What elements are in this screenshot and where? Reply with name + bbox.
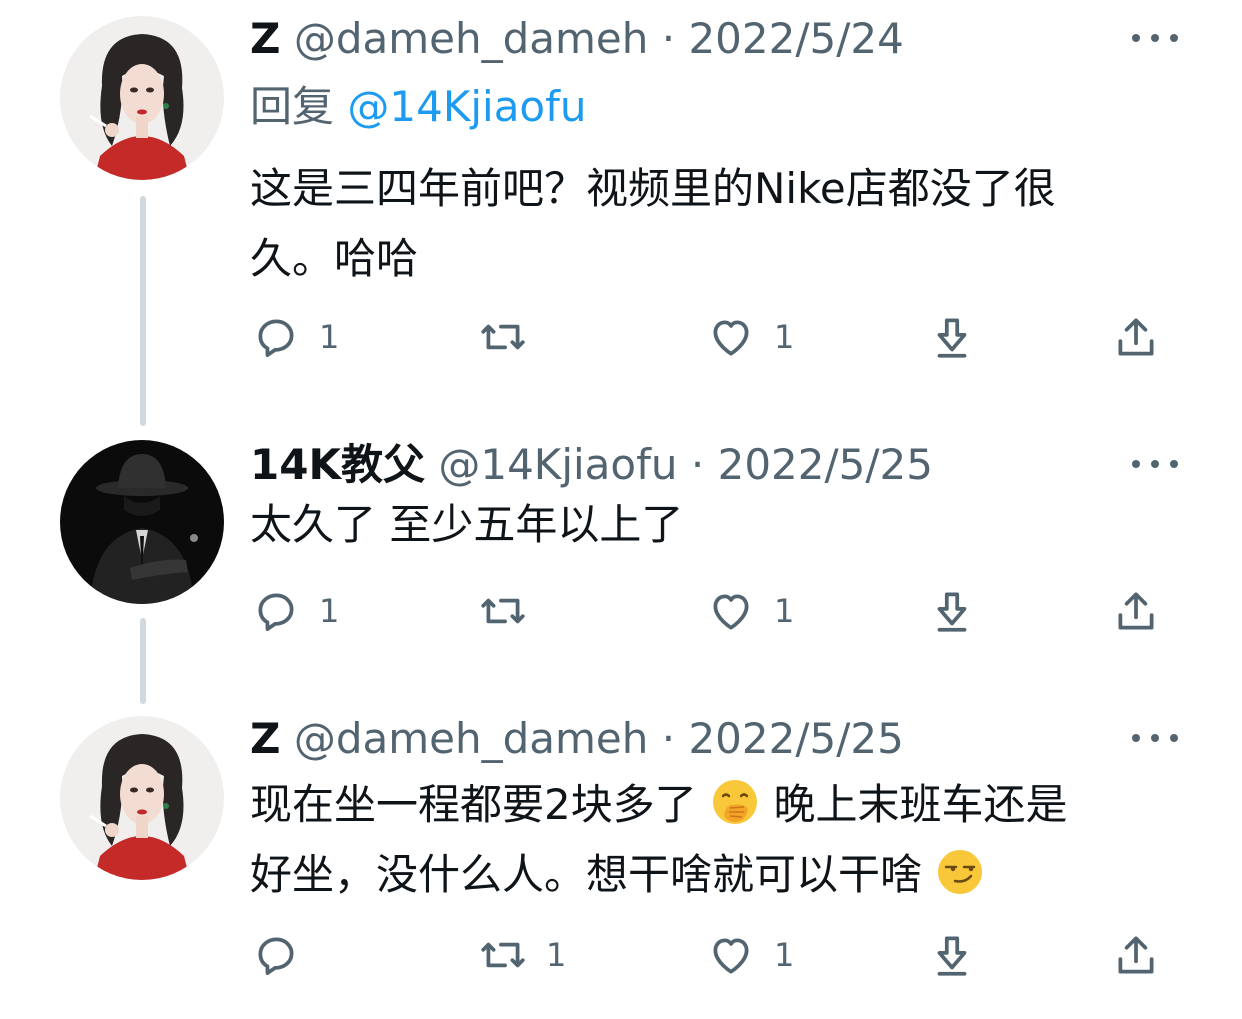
- retweet-button[interactable]: [478, 312, 546, 362]
- tweet-text: 这是三四年前吧？视频里的Nike店都没了很 久。哈哈: [250, 154, 1190, 294]
- tweet-header: 14K教父 @14Kjiaofu · 2022/5/25: [250, 440, 933, 490]
- tweet[interactable]: 14K教父 @14Kjiaofu · 2022/5/25 太久了 至少五年以上了…: [0, 430, 1242, 690]
- tweet-text: 太久了 至少五年以上了: [250, 490, 1190, 560]
- separator-dot: ·: [661, 714, 676, 763]
- like-button[interactable]: 1: [706, 312, 794, 362]
- share-button[interactable]: [1111, 312, 1161, 362]
- tweet-header: Z @dameh_dameh · 2022/5/24: [250, 14, 904, 64]
- action-bar: 1 1: [0, 308, 1242, 368]
- retweet-count: 1: [546, 936, 567, 974]
- tweet[interactable]: Z @dameh_dameh · 2022/5/25 现在坐一程都要2块多了 晚…: [0, 706, 1242, 1019]
- tweet-text-line: 太久了 至少五年以上了: [250, 500, 684, 549]
- download-icon: [937, 592, 967, 632]
- retweet-icon: [481, 598, 525, 624]
- share-icon: [1118, 318, 1154, 356]
- tweet-text-line: 好坐，没什么人。想干啥就可以干啥: [250, 840, 1190, 910]
- user-handle[interactable]: @dameh_dameh: [294, 714, 649, 763]
- display-name[interactable]: Z: [250, 14, 280, 63]
- heart-icon: [713, 320, 749, 356]
- download-icon: [937, 318, 967, 358]
- more-options-icon[interactable]: [1132, 454, 1178, 474]
- replying-to: 回复 @14Kjiaofu: [250, 82, 587, 132]
- reply-button[interactable]: 1: [251, 312, 339, 362]
- tweet-header: Z @dameh_dameh · 2022/5/25: [250, 714, 904, 764]
- more-options-icon[interactable]: [1132, 28, 1178, 48]
- share-button[interactable]: [1111, 586, 1161, 636]
- like-button[interactable]: 1: [706, 930, 794, 980]
- reply-icon: [258, 937, 294, 975]
- action-bar: 1 1: [0, 582, 1242, 642]
- tweet-date[interactable]: 2022/5/25: [718, 440, 933, 489]
- reply-count: 1: [319, 592, 340, 630]
- separator-dot: ·: [661, 14, 676, 63]
- download-button[interactable]: [927, 586, 977, 636]
- reply-count: 1: [319, 318, 340, 356]
- heart-icon: [713, 594, 749, 630]
- reply-to-handle-link[interactable]: @14Kjiaofu: [347, 82, 586, 131]
- share-icon: [1118, 936, 1154, 974]
- like-count: 1: [774, 318, 795, 356]
- tweet-text-line: 现在坐一程都要2块多了 晚上末班车还是: [250, 770, 1190, 840]
- display-name[interactable]: 14K教父: [250, 440, 425, 489]
- reply-icon: [258, 319, 294, 357]
- share-button[interactable]: [1111, 930, 1161, 980]
- tweet-text-line: 这是三四年前吧？视频里的Nike店都没了很: [250, 164, 1056, 213]
- tweet-text-segment: 晚上末班车还是: [773, 780, 1068, 829]
- face-with-hand-over-mouth-emoji-icon: [713, 780, 758, 824]
- retweet-button[interactable]: 1: [478, 930, 566, 980]
- avatar[interactable]: [60, 716, 224, 880]
- retweet-button[interactable]: [478, 586, 546, 636]
- tweet[interactable]: Z @dameh_dameh · 2022/5/24 回复 @14Kjiaofu…: [0, 0, 1242, 420]
- user-handle[interactable]: @dameh_dameh: [294, 14, 649, 63]
- download-button[interactable]: [927, 312, 977, 362]
- like-button[interactable]: 1: [706, 586, 794, 636]
- display-name[interactable]: Z: [250, 714, 280, 763]
- reply-icon: [258, 593, 294, 631]
- retweet-icon: [481, 942, 525, 968]
- retweet-icon: [481, 324, 525, 350]
- tweet-text-segment: 现在坐一程都要2块多了: [250, 780, 697, 829]
- more-options-icon[interactable]: [1132, 728, 1178, 748]
- separator-dot: ·: [690, 440, 705, 489]
- tweet-date[interactable]: 2022/5/24: [688, 14, 903, 63]
- download-button[interactable]: [927, 930, 977, 980]
- tweet-text: 现在坐一程都要2块多了 晚上末班车还是 好坐，没什么人。想干啥就可以干啥: [250, 770, 1190, 910]
- download-icon: [937, 936, 967, 976]
- user-handle[interactable]: @14Kjiaofu: [438, 440, 677, 489]
- reply-prefix: 回复: [250, 82, 335, 131]
- tweet-text-line: 久。哈哈: [250, 234, 419, 283]
- reply-button[interactable]: [251, 930, 319, 980]
- heart-icon: [713, 938, 749, 974]
- smirking-face-emoji-icon: [938, 850, 983, 894]
- like-count: 1: [774, 592, 795, 630]
- tweet-date[interactable]: 2022/5/25: [688, 714, 903, 763]
- share-icon: [1118, 592, 1154, 630]
- reply-button[interactable]: 1: [251, 586, 339, 636]
- tweet-text-segment: 好坐，没什么人。想干啥就可以干啥: [250, 850, 923, 899]
- action-bar: 1 1: [0, 926, 1242, 986]
- avatar[interactable]: [60, 16, 224, 180]
- avatar[interactable]: [60, 440, 224, 604]
- like-count: 1: [774, 936, 795, 974]
